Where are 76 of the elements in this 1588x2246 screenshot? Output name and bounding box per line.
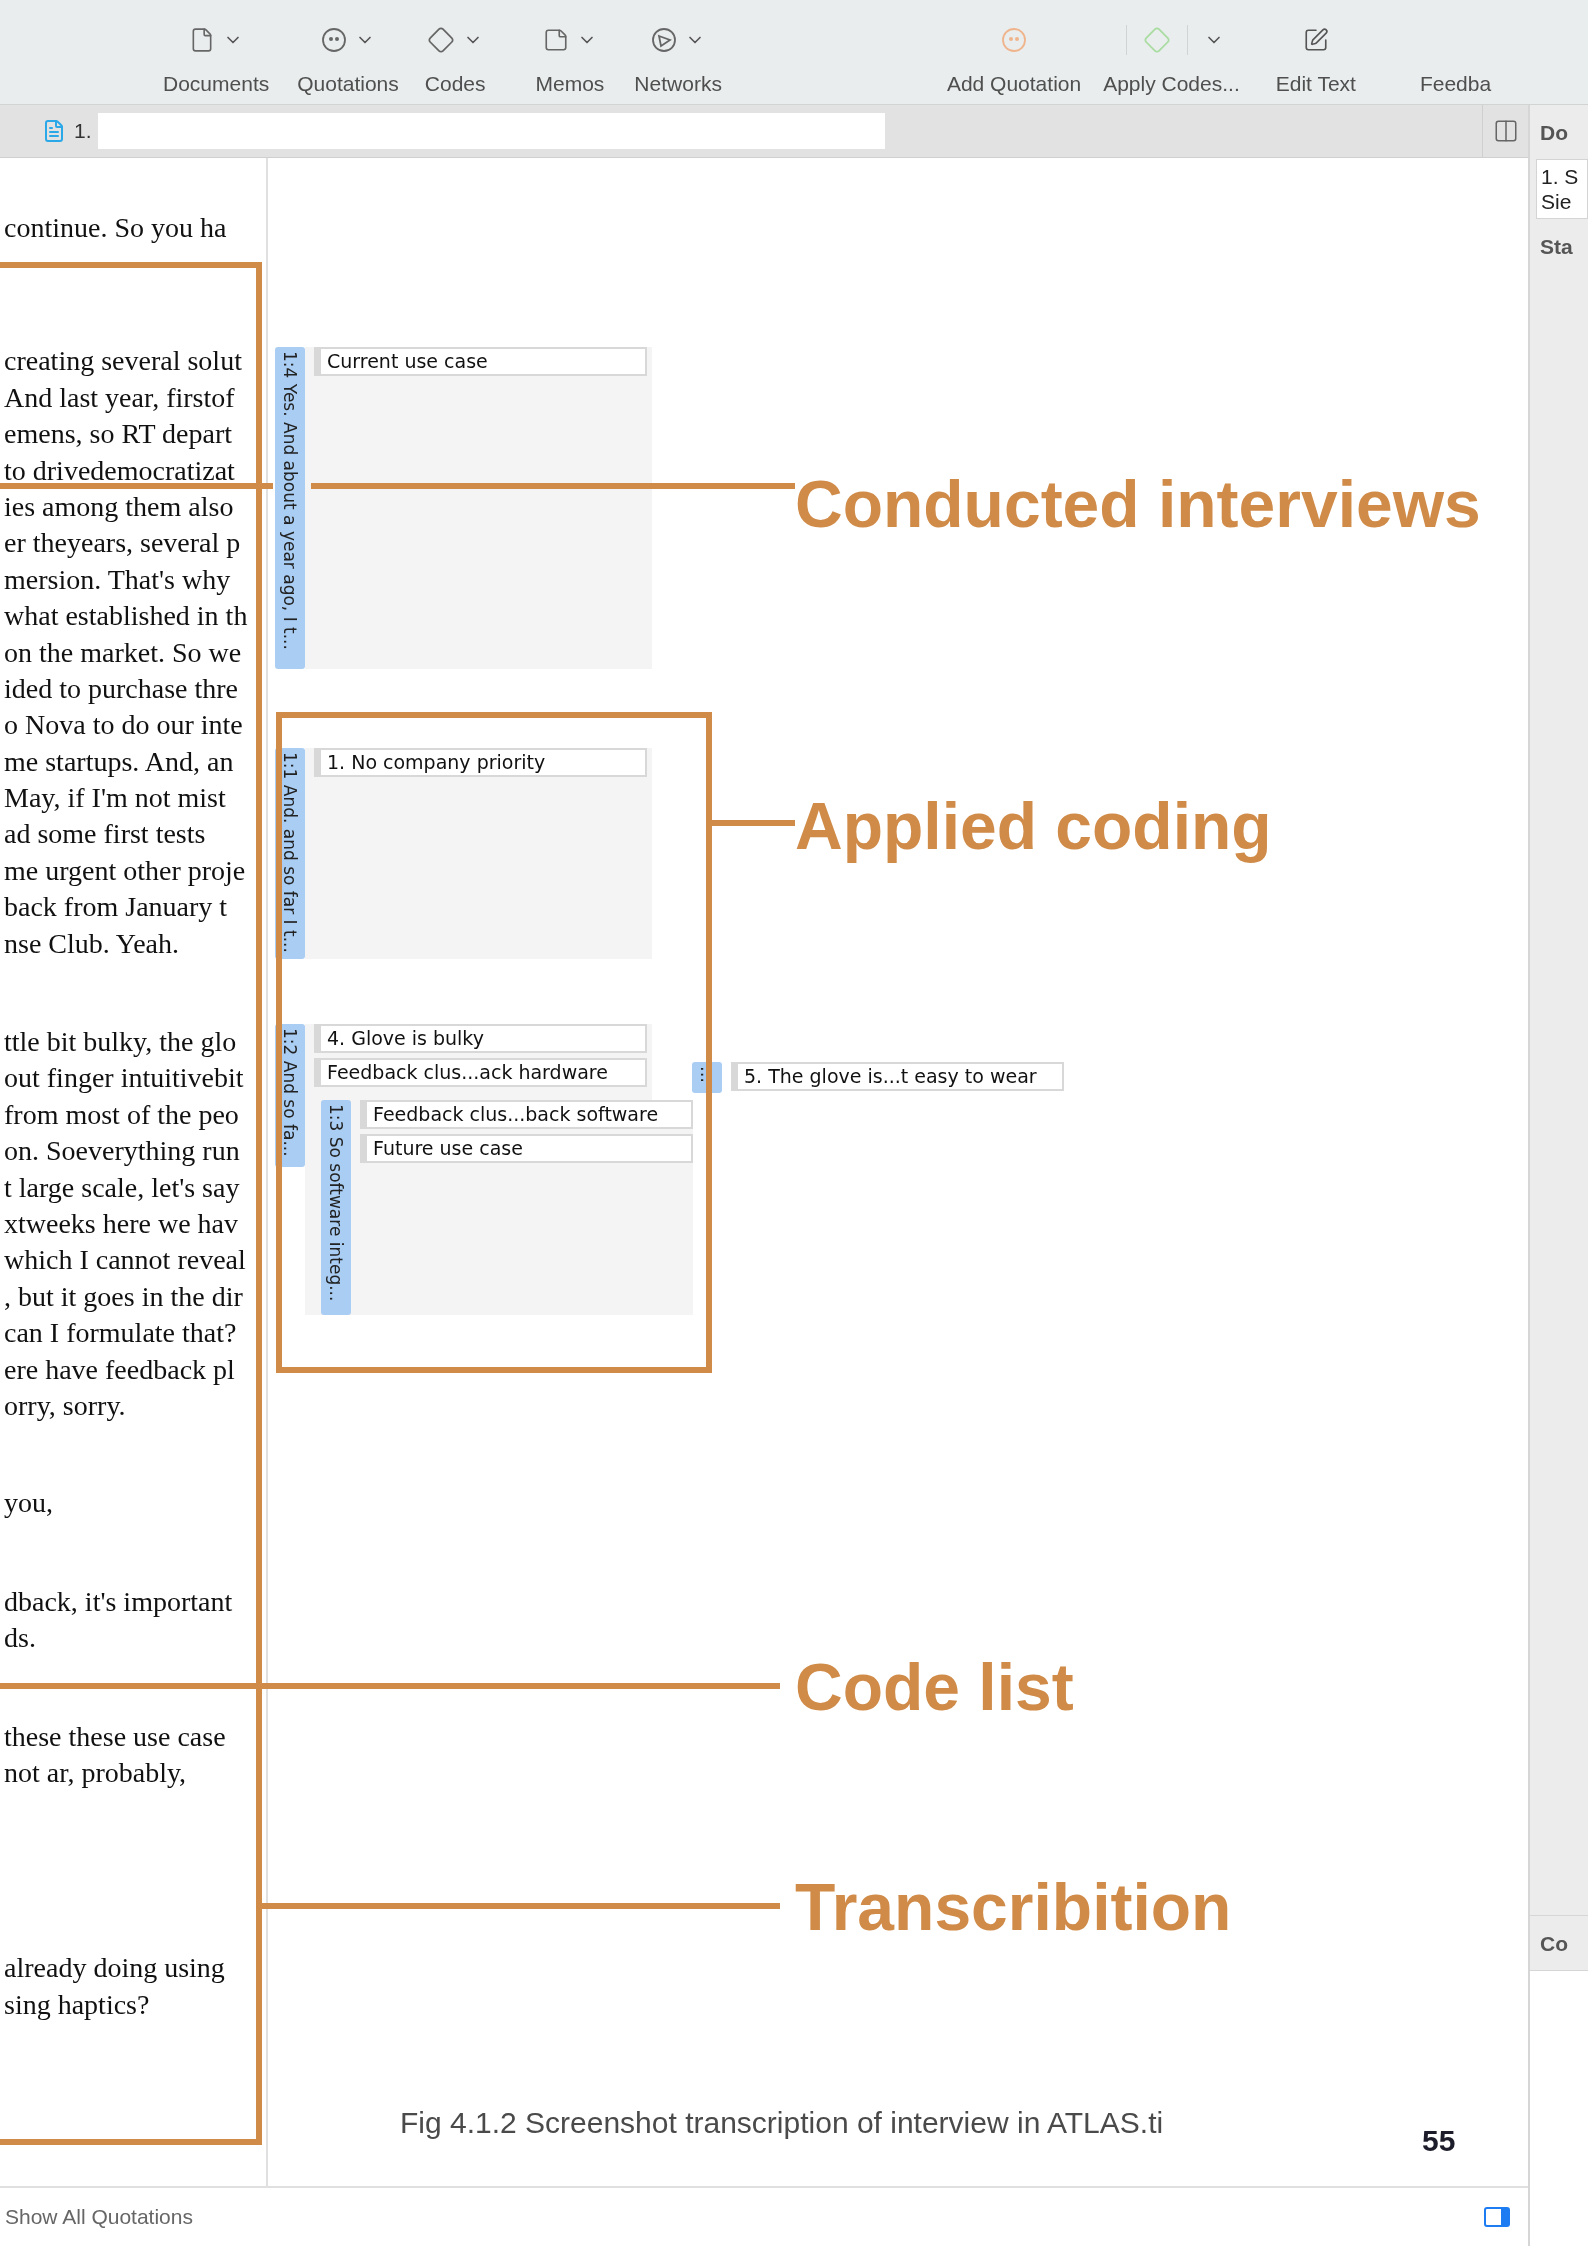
transcript-line: these these use case	[3, 1719, 227, 1754]
transcript-line: me urgent other proje	[3, 853, 247, 888]
code-tag[interactable]: 1. No company priority	[314, 748, 647, 777]
transcript-line: on the market. So we	[3, 635, 243, 670]
transcript-line: from most of the peo	[3, 1097, 240, 1132]
title-field[interactable]	[97, 113, 885, 149]
transcript-line: you,	[3, 1486, 54, 1521]
toolbar-button[interactable]: Edit Text	[1275, 0, 1356, 96]
toolbar-button[interactable]: Add Quotation	[946, 0, 1082, 96]
code-tag[interactable]: Future use case	[360, 1134, 693, 1163]
toolbar-button[interactable]: Networks	[634, 0, 722, 96]
sidebar-toggle-icon[interactable]	[1484, 2207, 1510, 2227]
transcript-line: what established in th	[3, 599, 249, 634]
quotation-icon	[321, 27, 347, 53]
transcript-line: dback, it's important	[3, 1584, 234, 1619]
toolbar-button[interactable]: Feedba	[1419, 0, 1492, 96]
code-tag[interactable]: Current use case	[314, 347, 647, 376]
show-all-quotations-button[interactable]: Show All Quotations	[5, 2205, 193, 2229]
transcript-line: can I formulate that?	[3, 1316, 238, 1351]
transcript-line: on. Soeverything run	[3, 1134, 241, 1169]
panel-icon	[1492, 118, 1519, 144]
document-tab[interactable]: 1.	[74, 119, 92, 143]
document-icon	[42, 119, 66, 143]
memo-icon	[542, 27, 569, 53]
transcript-line: ided to purchase thre	[3, 671, 240, 706]
transcript-line: which I cannot reveal	[3, 1243, 247, 1278]
code-tag[interactable]: Feedback clus...back software	[360, 1100, 693, 1129]
section-heading: Sta	[1539, 234, 1574, 259]
transcript-line: back from January t	[3, 890, 229, 925]
transcript-line: And last year, firstof	[3, 380, 236, 415]
toolbar-button[interactable]: Apply Codes...	[1103, 0, 1240, 96]
transcript-line: out finger intuitivebit	[3, 1061, 245, 1096]
edit-icon	[1302, 27, 1329, 53]
transcript-line: t large scale, let's say	[3, 1170, 241, 1205]
code-tag[interactable]: 4. Glove is bulky	[314, 1024, 647, 1053]
code-tag[interactable]: 5. The glove is...t easy to wear	[731, 1062, 1064, 1091]
transcript-line: ad some first tests	[3, 817, 207, 852]
annotation-label: Code list	[795, 1649, 1074, 1725]
annotation-label: Conducted interviews	[795, 466, 1481, 542]
transcript-line: er theyears, several p	[3, 526, 242, 561]
toolbar-button[interactable]: Memos	[535, 0, 605, 96]
transcript-line: emens, so RT depart	[3, 417, 233, 452]
transcript-line: ies among them also	[3, 489, 235, 524]
transcript-line: creating several solut	[3, 344, 243, 379]
document-field[interactable]: 1. S Sie	[1536, 159, 1588, 219]
transcript-line: orry, sorry.	[3, 1388, 127, 1423]
annotation-label: Applied coding	[795, 788, 1272, 864]
toolbar-button[interactable]: Documents	[163, 0, 270, 96]
transcript-line: to drivedemocratizat	[3, 453, 236, 488]
transcript-line: mersion. That's why	[3, 562, 232, 597]
transcript-line: already doing using	[3, 1951, 226, 1986]
transcript-line: me startups. And, an	[3, 744, 235, 779]
transcript-line: continue. So you ha	[3, 211, 228, 245]
transcript-line: not ar, probably,	[3, 1755, 188, 1790]
transcript-line: nse Club. Yeah.	[3, 926, 180, 961]
transcript-line: ere have feedback pl	[3, 1352, 236, 1387]
code-tag[interactable]: Feedback clus...ack hardware	[314, 1058, 647, 1087]
transcript-line: xtweeks here we hav	[3, 1207, 239, 1241]
page-number: 55	[1422, 2124, 1456, 2158]
annotation-label: Transcribition	[795, 1869, 1232, 1945]
transcript-line: o Nova to do our inte	[3, 708, 244, 743]
section-heading: Co	[1539, 1931, 1569, 1956]
toolbar-button[interactable]: Codes	[424, 0, 486, 96]
transcript-line: ttle bit bulky, the glo	[3, 1025, 238, 1060]
diamond-icon	[427, 26, 456, 54]
diamond-icon	[1143, 26, 1172, 54]
transcript-line: ds.	[3, 1621, 37, 1656]
panel-heading: Do	[1539, 120, 1569, 145]
figure-caption: Fig 4.1.2 Screenshot transcription of interview in ATLAS.ti	[400, 2106, 1164, 2140]
toolbar-button[interactable]: Quotations	[297, 0, 399, 96]
transcript-line: May, if I'm not mist	[3, 781, 227, 816]
quotation-icon	[1001, 27, 1027, 53]
quotation-bar[interactable]: 1:4 Yes. And about a year ago, I t...	[275, 347, 305, 669]
transcript-line: , but it goes in the dir	[3, 1279, 244, 1314]
quotation-bar[interactable]: 1:3 So software integ...	[321, 1100, 351, 1315]
transcript-line: sing haptics?	[3, 1987, 151, 2022]
